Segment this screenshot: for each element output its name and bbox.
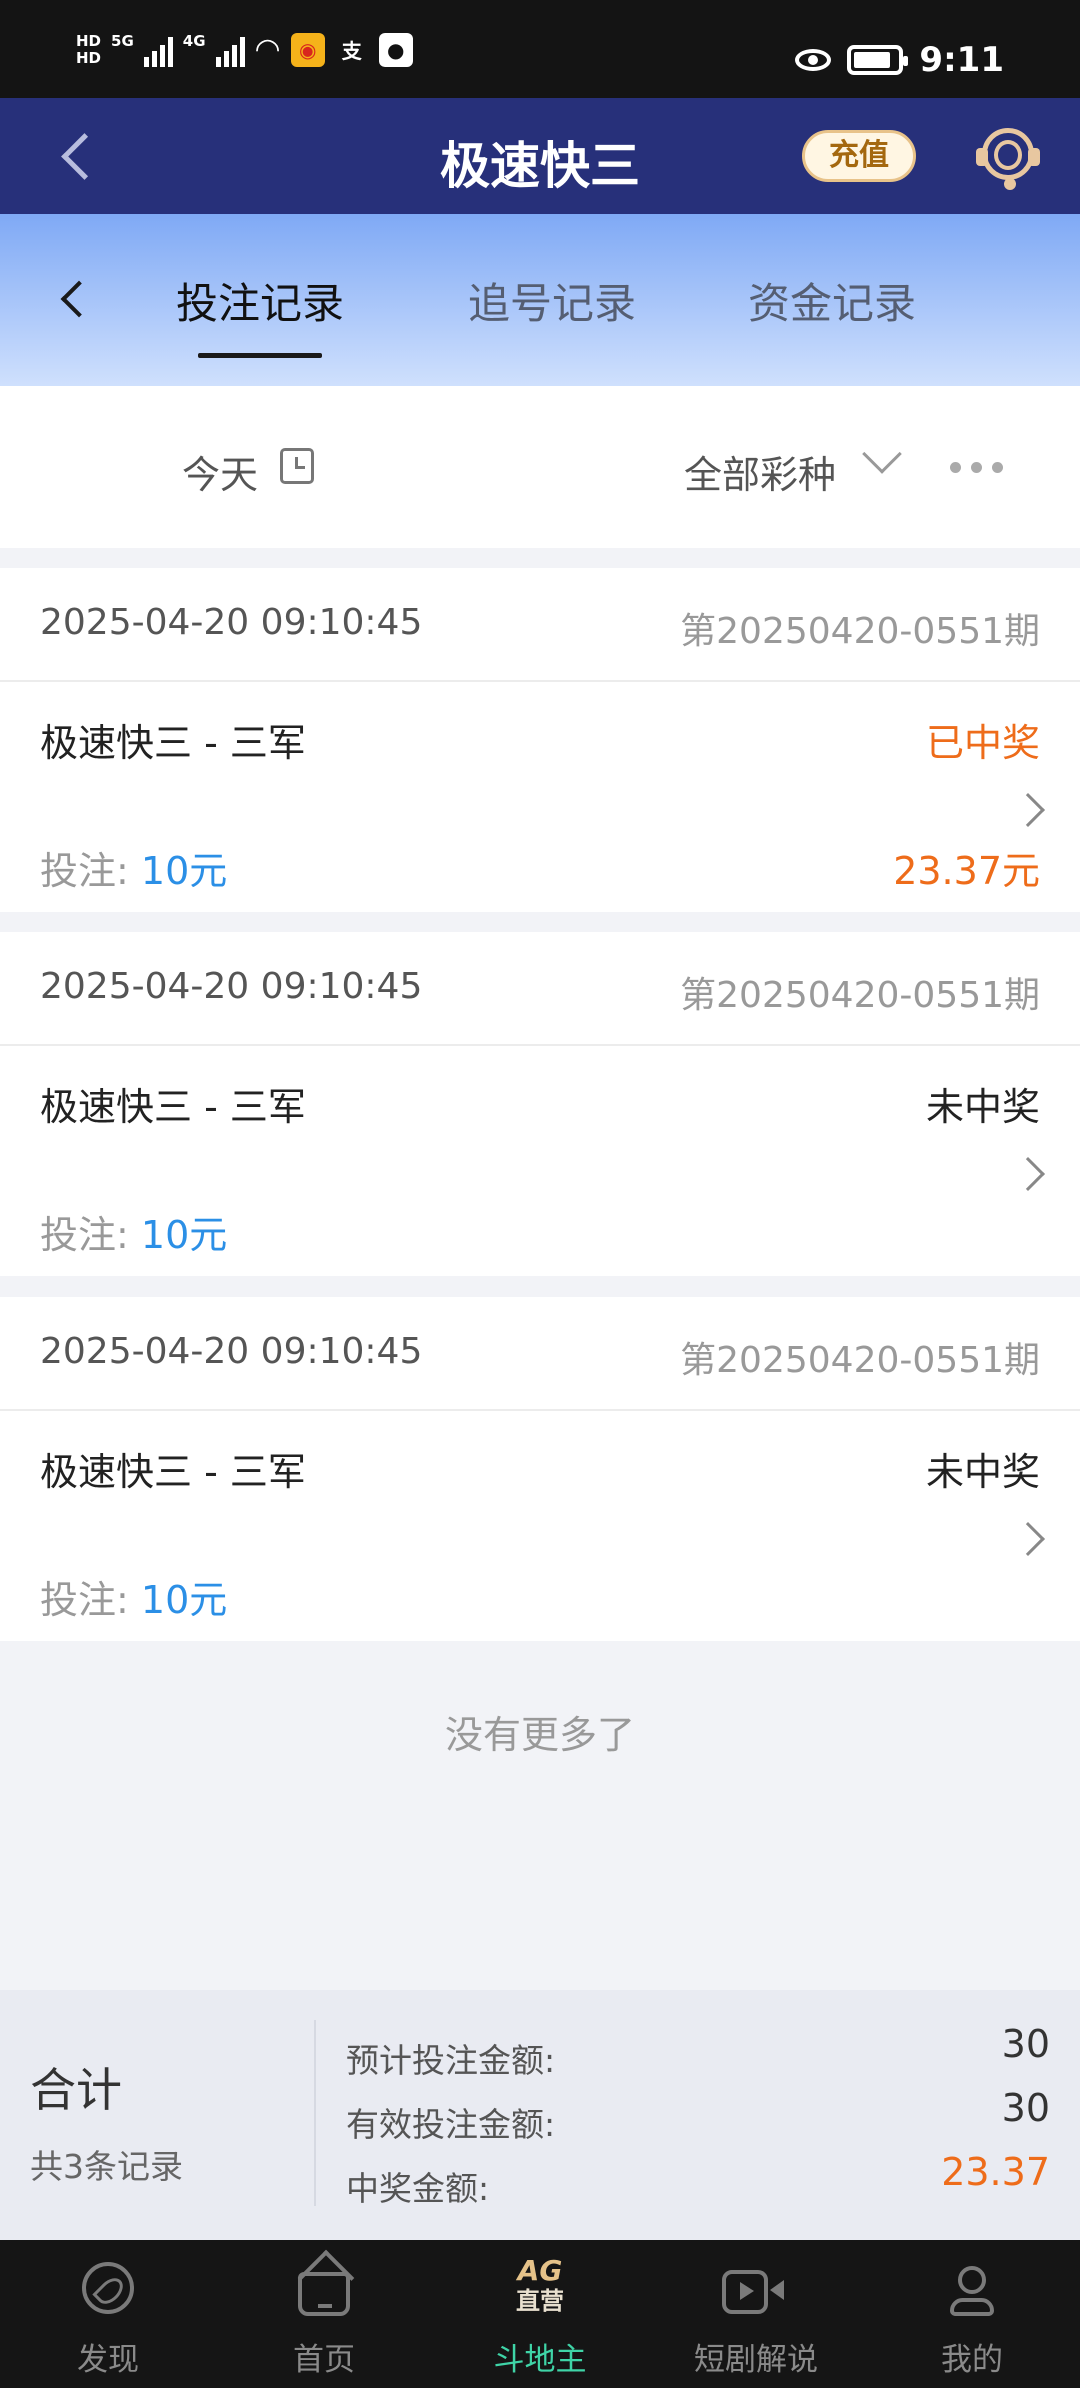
page-title: 极速快三 bbox=[440, 137, 640, 195]
nav-drama[interactable]: 短剧解说 bbox=[648, 2240, 864, 2388]
expected-value: 30 bbox=[1001, 2022, 1050, 2066]
signal-icon bbox=[143, 33, 173, 67]
user-icon bbox=[946, 2262, 998, 2316]
summary-title: 合计 bbox=[30, 2063, 122, 2117]
summary-panel: 合计 共3条记录 预计投注金额: 30 有效投注金额: 30 中奖金额: 23.… bbox=[0, 1990, 1080, 2240]
nav-home[interactable]: 首页 bbox=[216, 2240, 432, 2388]
record-bet: 投注: 10元 bbox=[40, 1204, 227, 1259]
nav-label: 斗地主 bbox=[493, 2342, 587, 2378]
chevron-down-icon[interactable] bbox=[862, 434, 902, 474]
summary-count: 共3条记录 bbox=[30, 2147, 183, 2186]
alipay-icon: 支 bbox=[341, 39, 362, 63]
bet-record[interactable]: 2025-04-20 09:10:45 第20250420-0551期 极速快三… bbox=[0, 932, 1080, 1276]
bottom-nav: 发现 首页 AG 直营 斗地主 短剧解说 我的 bbox=[0, 2240, 1080, 2388]
bet-record[interactable]: 2025-04-20 09:10:45 第20250420-0551期 极速快三… bbox=[0, 568, 1080, 912]
valid-label: 有效投注金额: bbox=[346, 2105, 556, 2144]
record-header: 2025-04-20 09:10:45 第20250420-0551期 bbox=[0, 568, 1080, 682]
summary-valid-row: 有效投注金额: 30 bbox=[346, 2086, 1050, 2146]
tab-chase-records[interactable]: 追号记录 bbox=[460, 270, 644, 331]
record-name: 极速快三 - 三军 bbox=[40, 1450, 306, 1494]
expected-label: 预计投注金额: bbox=[346, 2041, 556, 2080]
filter-bar: 今天 全部彩种 bbox=[0, 386, 1080, 548]
app-header: 极速快三 充值 bbox=[0, 98, 1080, 214]
win-label: 中奖金额: bbox=[346, 2169, 490, 2208]
bet-label: 投注: bbox=[40, 1578, 141, 1622]
record-status: 未中奖 bbox=[925, 1450, 1040, 1494]
ag-direct-icon: AG 直营 bbox=[500, 2254, 580, 2316]
record-tabs: 投注记录 追号记录 资金记录 bbox=[0, 214, 1080, 386]
battery-icon bbox=[847, 45, 909, 75]
hd-indicator: HD HD bbox=[76, 31, 102, 67]
record-name: 极速快三 - 三军 bbox=[40, 721, 306, 765]
wifi-icon: ◠ bbox=[254, 32, 281, 67]
battery-level bbox=[854, 52, 891, 68]
chevron-right-icon[interactable] bbox=[1011, 1522, 1045, 1556]
ag-icon-text: AG bbox=[517, 2254, 563, 2287]
bet-amount: 10元 bbox=[140, 1213, 228, 1257]
nav-label: 我的 bbox=[941, 2342, 1003, 2378]
record-name: 极速快三 - 三军 bbox=[40, 1085, 306, 1129]
more-icon[interactable] bbox=[950, 462, 1003, 473]
eye-icon bbox=[795, 49, 832, 71]
tab-fund-records[interactable]: 资金记录 bbox=[740, 270, 924, 331]
status-icons-right: 9:11 bbox=[795, 40, 1004, 80]
nav-label: 首页 bbox=[293, 2342, 355, 2378]
nav-discover[interactable]: 发现 bbox=[0, 2240, 216, 2388]
summary-win-row: 中奖金额: 23.37 bbox=[346, 2150, 1050, 2210]
nav-doudizhu[interactable]: AG 直营 斗地主 bbox=[432, 2240, 648, 2388]
win-value: 23.37 bbox=[941, 2150, 1050, 2194]
status-bar: HD HD 5G 4G ◠ ◉ 支 ● 9:11 bbox=[0, 0, 1080, 98]
nav-mine[interactable]: 我的 bbox=[864, 2240, 1080, 2388]
network-4g-label: 4G bbox=[182, 32, 206, 50]
record-time: 2025-04-20 09:10:45 bbox=[40, 602, 423, 643]
compass-icon bbox=[82, 2262, 134, 2314]
bet-label: 投注: bbox=[40, 1213, 141, 1257]
bet-amount: 10元 bbox=[140, 1578, 228, 1622]
nav-label: 短剧解说 bbox=[694, 2342, 818, 2378]
record-header: 2025-04-20 09:10:45 第20250420-0551期 bbox=[0, 932, 1080, 1046]
valid-value: 30 bbox=[1001, 2086, 1050, 2130]
record-issue: 第20250420-0551期 bbox=[680, 975, 1040, 1016]
record-issue: 第20250420-0551期 bbox=[680, 611, 1040, 652]
nav-label: 发现 bbox=[77, 2342, 139, 2378]
customer-service-icon[interactable] bbox=[974, 124, 1042, 190]
calendar-icon[interactable] bbox=[280, 448, 314, 484]
record-header: 2025-04-20 09:10:45 第20250420-0551期 bbox=[0, 1297, 1080, 1411]
clock: 9:11 bbox=[919, 40, 1004, 80]
chevron-right-icon[interactable] bbox=[1011, 1157, 1045, 1191]
lottery-type-filter[interactable]: 全部彩种 bbox=[684, 444, 836, 499]
win-amount: 23.37元 bbox=[893, 849, 1040, 893]
signal-icon bbox=[215, 33, 245, 67]
record-time: 2025-04-20 09:10:45 bbox=[40, 966, 423, 1007]
chevron-right-icon[interactable] bbox=[1011, 793, 1045, 827]
bet-amount: 10元 bbox=[140, 849, 228, 893]
record-bet: 投注: 10元 bbox=[40, 840, 227, 895]
record-issue: 第20250420-0551期 bbox=[680, 1340, 1040, 1381]
bet-record[interactable]: 2025-04-20 09:10:45 第20250420-0551期 极速快三… bbox=[0, 1297, 1080, 1641]
tab-bet-records[interactable]: 投注记录 bbox=[168, 270, 352, 331]
date-filter[interactable]: 今天 bbox=[182, 444, 258, 499]
ag-icon-sub: 直营 bbox=[516, 2287, 564, 2315]
tabs-back-button[interactable] bbox=[54, 276, 94, 320]
record-status: 未中奖 bbox=[925, 1085, 1040, 1129]
home-icon bbox=[298, 2272, 350, 2316]
no-more-text: 没有更多了 bbox=[444, 1713, 635, 1757]
record-bet: 投注: 10元 bbox=[40, 1569, 227, 1624]
weibo-icon: ◉ bbox=[290, 32, 325, 67]
video-icon bbox=[722, 2270, 784, 2314]
recharge-button[interactable]: 充值 bbox=[802, 130, 916, 182]
summary-expected-row: 预计投注金额: 30 bbox=[346, 2022, 1050, 2082]
bet-label: 投注: bbox=[40, 849, 141, 893]
network-5g-label: 5G bbox=[111, 32, 134, 50]
status-icons-left: HD HD 5G 4G ◠ ◉ 支 ● bbox=[76, 32, 413, 67]
active-tab-indicator bbox=[198, 353, 322, 358]
summary-divider bbox=[314, 2020, 316, 2206]
qq-icon: ● bbox=[378, 32, 413, 67]
record-time: 2025-04-20 09:10:45 bbox=[40, 1331, 423, 1372]
record-status: 已中奖 bbox=[925, 721, 1040, 765]
